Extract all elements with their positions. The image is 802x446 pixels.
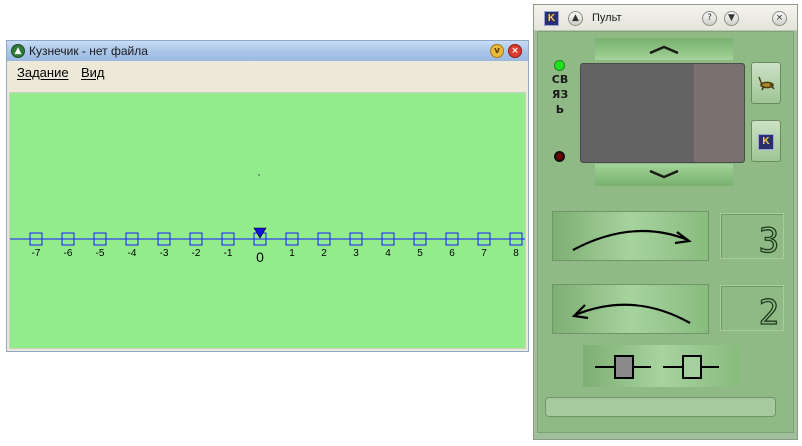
scroll-up-button[interactable] [595,38,733,60]
tick-label: -2 [192,248,201,259]
chevron-down-icon [649,169,679,179]
tick-label: -4 [128,248,137,259]
tick-label: 5 [417,248,423,259]
program-screen [580,63,745,163]
menu-view[interactable]: Вид [81,65,105,80]
number-line-canvas: -7 -6 -5 -4 -3 -2 -1 0 1 2 3 4 5 6 7 8 [9,92,526,349]
grasshopper-button[interactable] [751,62,781,104]
executor-button[interactable]: K [751,120,781,162]
forward-command-button[interactable] [552,211,709,261]
marker-dot [258,174,260,176]
tick-label: -5 [96,248,105,259]
tick-label: 4 [385,248,391,259]
minimize-button[interactable]: v [490,44,504,58]
scroll-down-button[interactable] [595,164,733,186]
window-titlebar[interactable]: ▲ Кузнечик - нет файла v × [7,41,528,61]
grasshopper-icon [758,76,775,91]
close-icon[interactable]: × [772,11,787,26]
menubar: Задание Вид [7,61,528,85]
connection-led-on [554,60,565,71]
tick-label: 1 [289,248,295,259]
connection-label: СВЯЗЬ [550,72,570,117]
remote-body: СВЯЗЬ K 3 2 [537,31,794,433]
connection-label-text: СВЯЗЬ [551,73,569,116]
window-title: Кузнечик - нет файла [29,44,148,58]
forward-value-display: 3 [720,213,784,262]
pin-icon[interactable]: ▲ [568,11,583,26]
remote-titlebar[interactable]: K ▲ Пульт ? ▼ × [534,5,797,31]
app-icon[interactable]: ▲ [11,44,25,58]
k-logo-icon: K [758,134,774,150]
tick-label: -1 [224,248,233,259]
remote-title: Пульт [592,12,622,24]
chevron-down-icon[interactable]: ▼ [724,11,739,26]
tick-label: -6 [64,248,73,259]
number-line: -7 -6 -5 -4 -3 -2 -1 0 1 2 3 4 5 6 7 8 [10,174,525,265]
screen-shade [694,64,744,162]
grasshopper-window: ▲ Кузнечик - нет файла v × Задание Вид -… [6,40,529,352]
block-empty-icon [663,355,719,379]
backward-value-display: 2 [720,285,784,334]
remote-window: K ▲ Пульт ? ▼ × СВЯЗЬ K 3 2 [533,4,798,440]
tick-label: 8 [513,248,519,259]
backward-value: 2 [759,293,779,332]
question-icon[interactable]: ? [702,11,717,26]
status-bar [545,397,776,417]
k-logo-icon: K [544,11,559,26]
block-filled-icon [595,355,651,379]
arrow-right-icon [572,229,692,251]
tick-label: 0 [256,249,264,265]
menu-task[interactable]: Задание [17,65,69,80]
tick-label: -3 [160,248,169,259]
program-strip[interactable] [583,345,740,387]
tick-label: 2 [321,248,327,259]
tick-label: 3 [353,248,359,259]
connection-led-off [554,151,565,162]
tick-label: 7 [481,248,487,259]
arrow-left-icon [571,303,691,324]
close-button[interactable]: × [508,44,522,58]
forward-value: 3 [759,221,779,260]
tick-label: -7 [32,248,41,259]
chevron-up-icon [649,45,679,55]
backward-command-button[interactable] [552,284,709,334]
tick-label: 6 [449,248,455,259]
